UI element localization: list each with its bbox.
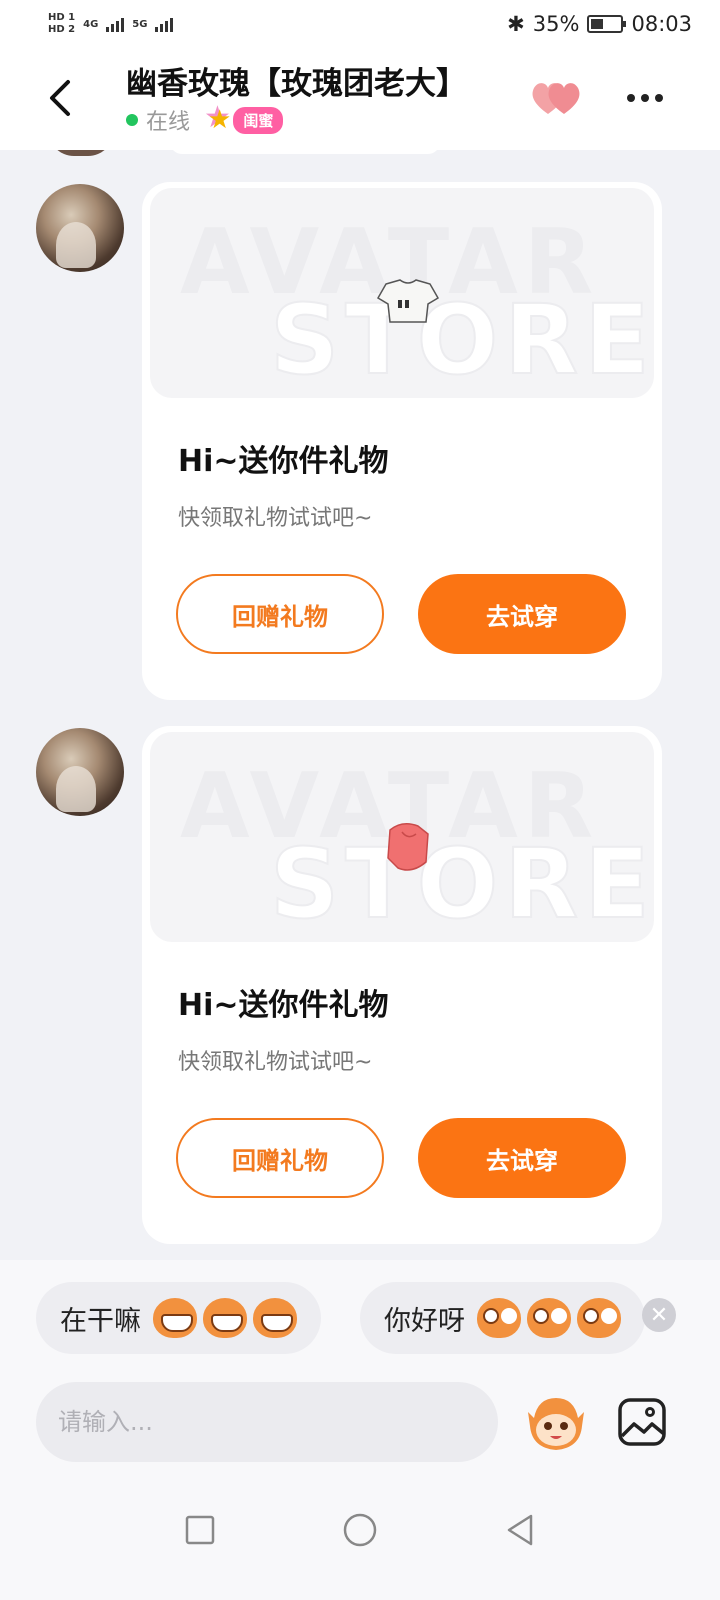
watermark-bottom: STORE bbox=[269, 827, 654, 941]
gift-card: AVATAR STORE Hi~送你件礼物 快领取礼物试试吧~ 回赠礼物 去试穿 bbox=[142, 726, 662, 1244]
chevron-left-icon bbox=[50, 80, 70, 116]
hd-indicator: HD 1 HD 2 bbox=[48, 12, 75, 36]
dot-icon bbox=[641, 94, 649, 102]
quick-reply-text: 你好呀 bbox=[384, 1305, 465, 1337]
network-indicators: HD 1 HD 2 4G 5G bbox=[48, 12, 174, 36]
net1-label: 4G bbox=[83, 18, 99, 30]
previous-avatar bbox=[48, 150, 114, 156]
intimacy-hearts-button[interactable] bbox=[528, 76, 588, 120]
watermark-bottom: STORE bbox=[269, 283, 654, 397]
image-icon bbox=[618, 1398, 666, 1446]
hd1-label: HD 1 bbox=[48, 12, 76, 23]
relationship-badge[interactable]: ★ ★ 闺蜜 bbox=[204, 100, 284, 136]
mascot-emoji-icon bbox=[528, 1398, 584, 1450]
gift-subtitle: 快领取礼物试试吧~ bbox=[178, 1050, 373, 1075]
presence-row: 在线 ★ ★ 闺蜜 bbox=[126, 100, 284, 136]
image-picker-button[interactable] bbox=[616, 1396, 668, 1448]
gift-title: Hi~送你件礼物 bbox=[178, 444, 389, 479]
home-button[interactable] bbox=[340, 1510, 380, 1550]
message-input[interactable] bbox=[58, 1408, 498, 1436]
bluetooth-icon: ✱ bbox=[507, 12, 525, 36]
quick-replies: 在干嘛 你好呀 bbox=[36, 1282, 720, 1354]
triangle-back-icon bbox=[507, 1514, 533, 1546]
online-status: 在线 bbox=[146, 110, 191, 135]
close-icon: ✕ bbox=[649, 1302, 669, 1328]
clock: 08:03 bbox=[631, 12, 692, 36]
online-dot-icon bbox=[126, 114, 138, 126]
previous-bubble bbox=[170, 150, 440, 154]
recents-button[interactable] bbox=[180, 1510, 220, 1550]
gift-title: Hi~送你件礼物 bbox=[178, 988, 389, 1023]
square-icon bbox=[185, 1515, 215, 1545]
circle-icon bbox=[343, 1513, 377, 1547]
dot-icon bbox=[627, 94, 635, 102]
badge-label: 闺蜜 bbox=[233, 106, 284, 134]
return-gift-button[interactable]: 回赠礼物 bbox=[176, 574, 384, 654]
battery-fill bbox=[591, 19, 603, 29]
chat-header: 幽香玫瑰【玫瑰团老大】 在线 ★ ★ 闺蜜 bbox=[0, 48, 720, 150]
close-quick-replies-button[interactable]: ✕ bbox=[642, 1298, 676, 1332]
return-gift-button[interactable]: 回赠礼物 bbox=[176, 1118, 384, 1198]
hearts-icon bbox=[532, 83, 580, 114]
signal-icon bbox=[106, 16, 125, 32]
sender-avatar[interactable] bbox=[36, 728, 124, 816]
gift-card: AVATAR STORE Hi~送你件礼物 快领取礼物试试吧~ 回赠礼物 去试穿 bbox=[142, 182, 662, 700]
status-bar: HD 1 HD 2 4G 5G ✱ 35% 08:03 bbox=[0, 0, 720, 48]
battery-icon bbox=[587, 15, 627, 33]
more-options-button[interactable] bbox=[620, 80, 670, 116]
wide-eyes-emoji-icon bbox=[477, 1298, 521, 1338]
white-crop-top-icon bbox=[376, 279, 440, 323]
gift-banner[interactable]: AVATAR STORE bbox=[150, 188, 654, 398]
hd2-label: HD 2 bbox=[48, 24, 76, 35]
composer-area: 在干嘛 你好呀 ✕ bbox=[0, 1260, 720, 1600]
signal-icon-2 bbox=[155, 16, 174, 32]
quick-reply-chip[interactable]: 在干嘛 bbox=[36, 1282, 321, 1354]
net2-label: 5G bbox=[132, 18, 148, 30]
system-back-button[interactable] bbox=[500, 1510, 540, 1550]
quick-reply-text: 在干嘛 bbox=[60, 1305, 141, 1337]
red-shirt-icon bbox=[387, 823, 429, 871]
wide-eyes-emoji-icon bbox=[577, 1298, 621, 1338]
dot-icon bbox=[655, 94, 663, 102]
chat-title: 幽香玫瑰【玫瑰团老大】 bbox=[126, 66, 467, 102]
message-list[interactable]: AVATAR STORE Hi~送你件礼物 快领取礼物试试吧~ 回赠礼物 去试穿… bbox=[0, 150, 720, 1260]
emoji-button[interactable] bbox=[524, 1392, 588, 1456]
message-input-container bbox=[36, 1382, 498, 1462]
gift-subtitle: 快领取礼物试试吧~ bbox=[178, 506, 373, 531]
gold-star-icon: ★ bbox=[208, 105, 232, 135]
battery-percent: 35% bbox=[532, 12, 580, 36]
system-nav-bar bbox=[0, 1490, 720, 1570]
back-button[interactable] bbox=[36, 74, 84, 122]
sender-avatar[interactable] bbox=[36, 184, 124, 272]
try-on-button[interactable]: 去试穿 bbox=[418, 1118, 626, 1198]
wide-eyes-emoji-icon bbox=[527, 1298, 571, 1338]
gift-banner[interactable]: AVATAR STORE bbox=[150, 732, 654, 942]
grin-emoji-icon bbox=[253, 1298, 297, 1338]
quick-reply-chip[interactable]: 你好呀 bbox=[360, 1282, 645, 1354]
try-on-button[interactable]: 去试穿 bbox=[418, 574, 626, 654]
grin-emoji-icon bbox=[153, 1298, 197, 1338]
grin-emoji-icon bbox=[203, 1298, 247, 1338]
